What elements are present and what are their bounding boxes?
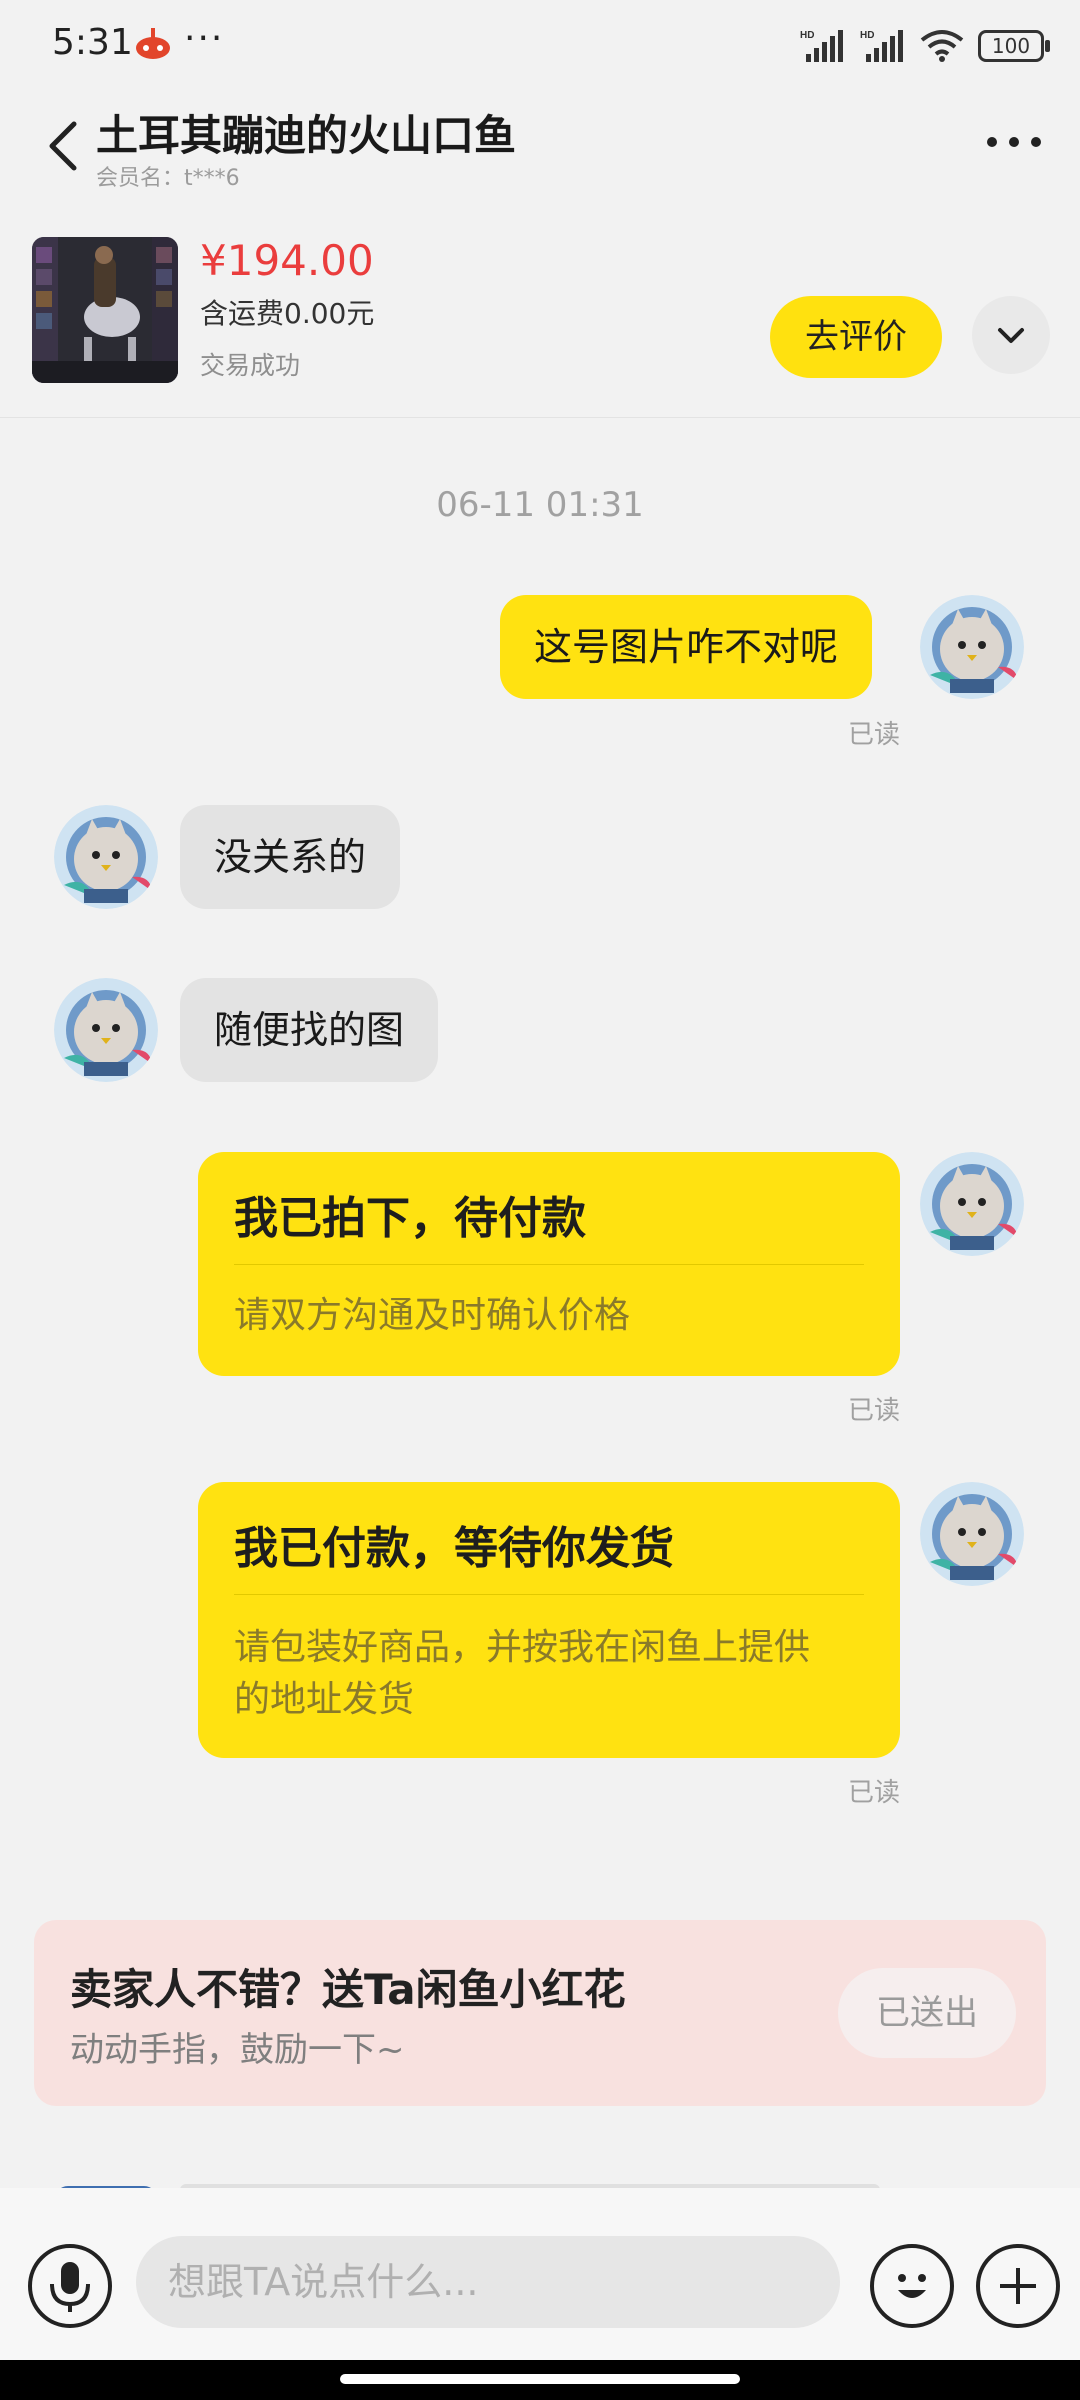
svg-text:HD: HD [860, 30, 874, 41]
my-avatar[interactable] [920, 1482, 1024, 1586]
message-text: 随便找的图 [214, 1008, 405, 1052]
card-title: 我已付款，等待你发货 [234, 1523, 674, 1574]
signal-hd-icon-2: HD [860, 30, 903, 62]
plus-icon [1000, 2268, 1036, 2304]
product-card[interactable]: ¥194.00 含运费0.00元 交易成功 去评价 [0, 222, 1080, 418]
flower-sent-button[interactable]: 已送出 [838, 1968, 1016, 2058]
read-receipt: 已读 [848, 1396, 901, 1426]
card-divider [234, 1594, 864, 1595]
message-text: 没关系的 [214, 835, 367, 879]
message-text: 这号图片咋不对呢 [534, 625, 839, 669]
card-title: 我已拍下，待付款 [234, 1193, 586, 1244]
more-actions-button[interactable] [976, 2244, 1060, 2328]
status-time: 5:31 [52, 22, 133, 63]
flower-banner-title: 卖家人不错？送Ta闲鱼小红花 [70, 1965, 626, 2014]
status-icons: HD HD 100 [800, 26, 1050, 66]
card-body: 请双方沟通及时确认价格 [234, 1295, 631, 1336]
product-thumbnail[interactable] [32, 237, 178, 383]
flower-banner-subtitle: 动动手指，鼓励一下~ [70, 2030, 405, 2070]
seller-avatar[interactable] [54, 805, 158, 909]
review-button[interactable]: 去评价 [770, 296, 942, 378]
expand-button[interactable] [972, 296, 1050, 374]
trade-status: 交易成功 [200, 351, 301, 380]
microphone-icon [50, 2262, 90, 2312]
read-receipt: 已读 [848, 720, 901, 750]
notification-app-icon [136, 28, 170, 59]
chevron-down-icon [998, 328, 1024, 343]
svg-text:HD: HD [800, 30, 814, 41]
my-avatar[interactable] [920, 1152, 1024, 1256]
message-input-bar [0, 2188, 1080, 2374]
send-flower-banner: 卖家人不错？送Ta闲鱼小红花 动动手指，鼓励一下~ 已送出 [34, 1920, 1046, 2106]
card-body: 请包装好商品，并按我在闲鱼上提供的地址发货 [234, 1627, 811, 1720]
battery-icon: 100 [978, 30, 1050, 62]
shipping-fee: 含运费0.00元 [200, 297, 375, 330]
order-status-card[interactable]: 我已付款，等待你发货 请包装好商品，并按我在闲鱼上提供的地址发货 [198, 1482, 900, 1758]
emoji-button[interactable] [870, 2244, 954, 2328]
status-more-icon: ··· [184, 18, 225, 59]
status-bar: 5:31 ··· HD HD 100 [0, 0, 1080, 92]
signal-hd-icon: HD [800, 30, 843, 62]
message-bubble-me[interactable]: 这号图片咋不对呢 [500, 595, 873, 699]
message-timestamp: 06-11 01:31 [436, 485, 644, 525]
order-status-card[interactable]: 我已拍下，待付款 请双方沟通及时确认价格 [198, 1152, 900, 1376]
chat-title: 土耳其蹦迪的火山口鱼 [96, 111, 517, 160]
my-avatar[interactable] [920, 595, 1024, 699]
emoji-icon [898, 2274, 926, 2298]
member-id: 会员名：t***6 [96, 166, 240, 191]
card-divider [234, 1264, 864, 1265]
system-navigation-bar [0, 2360, 1080, 2400]
voice-button[interactable] [28, 2244, 112, 2328]
wifi-icon [920, 30, 964, 62]
back-arrow-icon[interactable] [44, 118, 84, 174]
more-options-icon[interactable] [984, 132, 1044, 152]
home-indicator[interactable] [340, 2374, 740, 2384]
message-bubble-other[interactable]: 没关系的 [180, 805, 401, 909]
chat-header: 土耳其蹦迪的火山口鱼 会员名：t***6 [0, 92, 1080, 200]
seller-avatar[interactable] [54, 978, 158, 1082]
product-price: ¥194.00 [200, 236, 374, 285]
message-bubble-other[interactable]: 随便找的图 [180, 978, 439, 1082]
message-input[interactable] [136, 2236, 840, 2328]
read-receipt: 已读 [848, 1778, 901, 1808]
